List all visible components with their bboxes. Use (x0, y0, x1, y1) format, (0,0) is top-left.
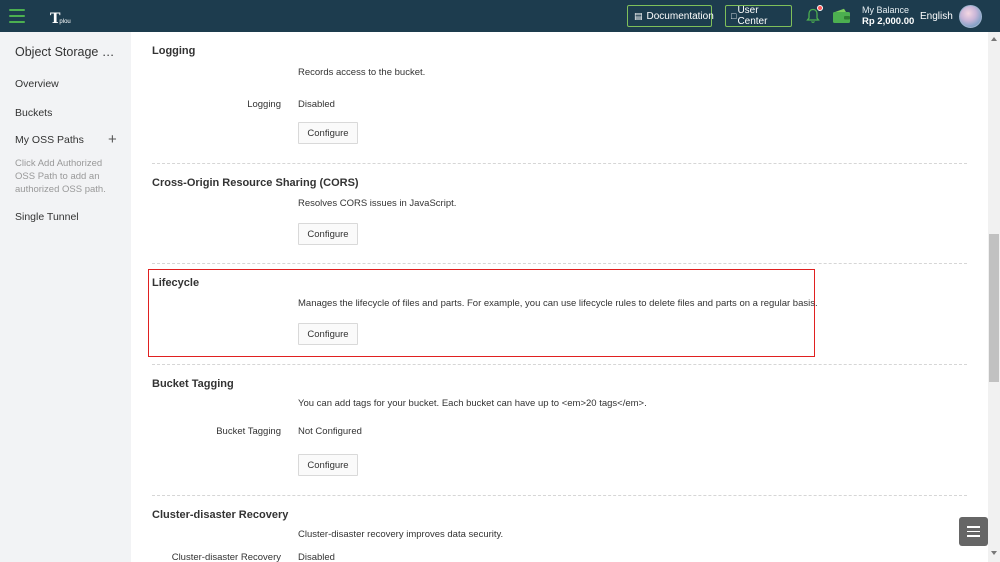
section-divider (152, 263, 967, 264)
monitor-icon: □ (731, 11, 737, 21)
lifecycle-highlight-box (148, 269, 815, 357)
sidebar-item-my-oss-paths[interactable]: My OSS Paths (15, 134, 84, 146)
user-avatar[interactable] (959, 5, 982, 28)
cors-configure-button[interactable]: Configure (298, 223, 358, 245)
add-oss-path-icon[interactable]: + (108, 132, 117, 147)
logging-description: Records access to the bucket. (298, 67, 426, 78)
section-title-cluster-recovery: Cluster-disaster Recovery (152, 509, 289, 521)
section-title-bucket-tagging: Bucket Tagging (152, 378, 234, 390)
vertical-scrollbar[interactable] (988, 32, 1000, 562)
sidebar-title[interactable]: Object Storage Ser... (15, 45, 121, 59)
tagging-description: You can add tags for your bucket. Each b… (298, 398, 647, 409)
cors-description: Resolves CORS issues in JavaScript. (298, 198, 457, 209)
user-center-button[interactable]: □ User Center (725, 5, 792, 27)
logo-text: plou (59, 19, 71, 25)
sidebar: Object Storage Ser... Overview Buckets M… (0, 32, 131, 562)
section-title-lifecycle: Lifecycle (152, 277, 200, 289)
cluster-row-value: Disabled (298, 552, 335, 562)
documentation-label: Documentation (646, 10, 714, 22)
logging-configure-button[interactable]: Configure (298, 122, 358, 144)
lifecycle-configure-button[interactable]: Configure (298, 323, 358, 345)
scrollbar-thumb[interactable] (989, 234, 999, 382)
section-divider (152, 495, 967, 496)
floating-menu-button[interactable] (959, 517, 988, 546)
wallet-icon[interactable] (832, 8, 851, 24)
main-content: Logging Records access to the bucket. Lo… (131, 32, 988, 562)
language-selector[interactable]: English (920, 11, 953, 22)
logo[interactable]: T plou (50, 8, 71, 26)
section-title-cors: Cross-Origin Resource Sharing (CORS) (152, 177, 359, 189)
balance-amount: Rp 2,000.00 (862, 16, 915, 27)
lifecycle-description: Manages the lifecycle of files and parts… (298, 298, 818, 309)
cluster-description: Cluster-disaster recovery improves data … (298, 529, 504, 540)
top-navigation-bar: T plou ▤ Documentation □ User Center My … (0, 0, 1000, 32)
tagging-row-label: Bucket Tagging (216, 426, 281, 437)
menu-hamburger-icon[interactable] (9, 9, 25, 23)
user-center-label: User Center (737, 5, 768, 27)
cluster-row-label: Cluster-disaster Recovery (171, 552, 281, 562)
section-title-logging: Logging (152, 45, 196, 57)
balance-display[interactable]: My Balance Rp 2,000.00 (862, 5, 914, 27)
logging-row-value: Disabled (298, 99, 335, 110)
documentation-button[interactable]: ▤ Documentation (627, 5, 714, 27)
section-divider (152, 364, 967, 365)
book-icon: ▤ (634, 10, 643, 21)
sidebar-item-overview[interactable]: Overview (15, 78, 59, 90)
oss-path-hint: Click Add Authorized OSS Path to add an … (15, 158, 106, 195)
tagging-row-value: Not Configured (298, 426, 362, 437)
balance-label: My Balance (862, 5, 910, 15)
sidebar-item-buckets[interactable]: Buckets (15, 107, 52, 119)
notification-badge (817, 5, 823, 11)
scroll-up-arrow-icon[interactable] (991, 37, 997, 41)
tagging-configure-button[interactable]: Configure (298, 454, 358, 476)
logging-row-label: Logging (247, 99, 281, 110)
sidebar-item-single-tunnel[interactable]: Single Tunnel (15, 211, 79, 223)
scroll-down-arrow-icon[interactable] (991, 551, 997, 555)
section-divider (152, 163, 967, 164)
